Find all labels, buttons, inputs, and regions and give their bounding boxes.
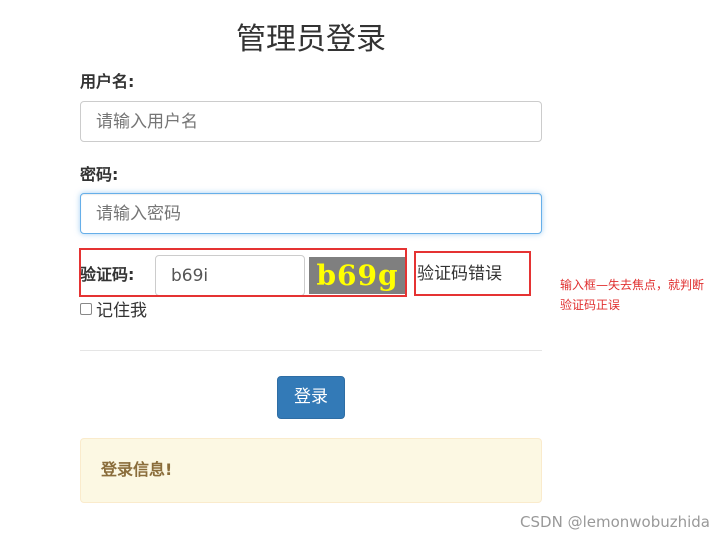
password-label: 密码: xyxy=(80,165,119,184)
username-label: 用户名: xyxy=(80,72,135,91)
watermark: CSDN @lemonwobuzhida xyxy=(520,513,710,531)
username-input[interactable] xyxy=(80,101,542,142)
page-title: 管理员登录 xyxy=(236,22,386,57)
login-info-alert: 登录信息! xyxy=(80,438,542,503)
password-input[interactable] xyxy=(80,193,542,234)
annotation-note: 输入框—失去焦点，就判断验证码正误 xyxy=(560,278,705,312)
captcha-highlight-box xyxy=(79,248,407,297)
divider xyxy=(80,350,542,351)
remember-label[interactable]: 记住我 xyxy=(96,299,147,323)
login-info-text: 登录信息! xyxy=(101,460,173,479)
remember-checkbox[interactable] xyxy=(80,303,92,315)
captcha-error-message: 验证码错误 xyxy=(417,264,502,284)
login-button[interactable]: 登录 xyxy=(277,376,345,419)
